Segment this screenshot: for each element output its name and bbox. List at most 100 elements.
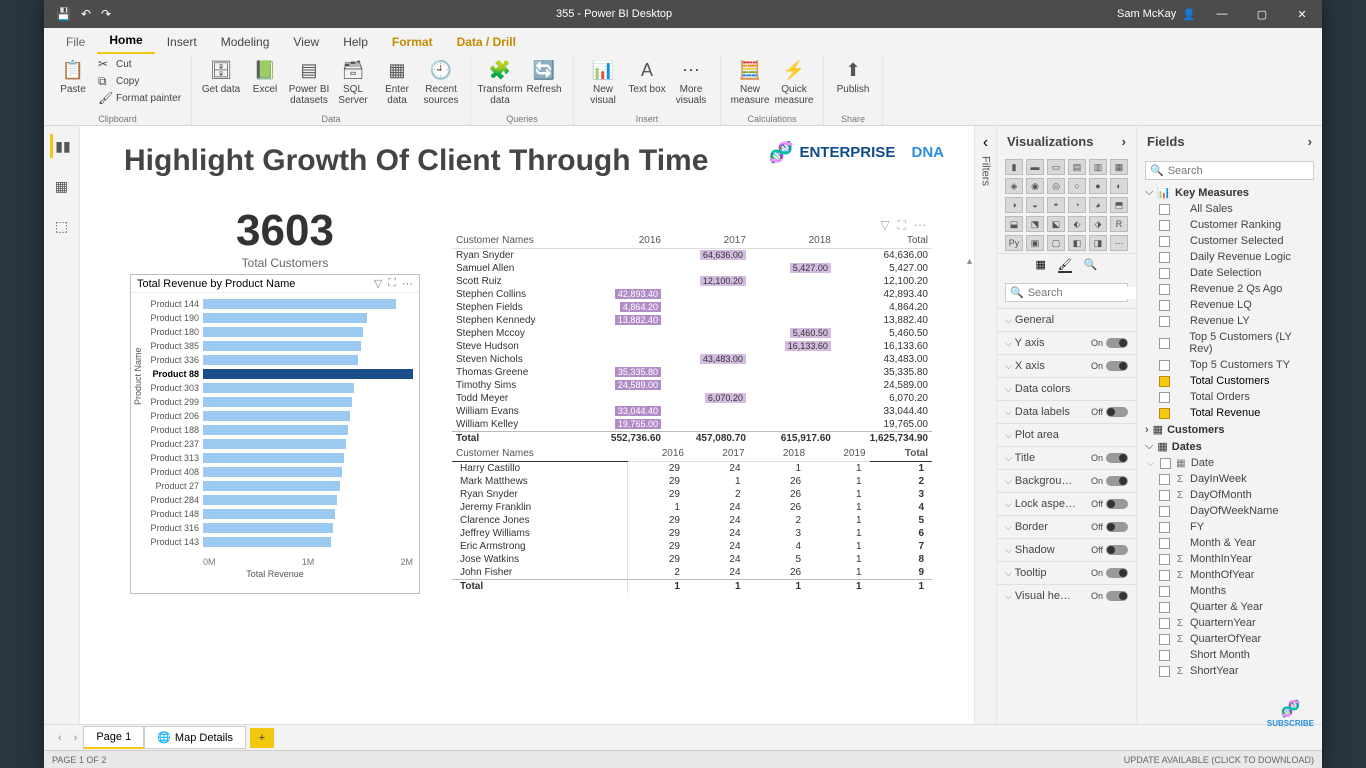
checkbox[interactable] [1159,300,1170,311]
bar-row[interactable]: Product 284 [203,493,413,507]
field-item[interactable]: Quarter & Year [1141,599,1318,615]
field-item[interactable]: Top 5 Customers (LY Rev) [1141,329,1318,357]
table-row[interactable]: Stephen Kennedy13,882.4013,882.40 [452,314,932,327]
matrix-rank-by-year[interactable]: Customer Names2016201720182019TotalHarry… [452,446,932,593]
checkbox[interactable] [1159,408,1170,419]
table-row[interactable]: Steve Hudson16,133.6016,133.60 [452,340,932,353]
more-visuals-button[interactable]: ⋯More visuals [670,56,712,106]
field-item[interactable]: Customer Selected [1141,233,1318,249]
excel-button[interactable]: 📗Excel [244,56,286,95]
page-tab-2[interactable]: 🌐Map Details [144,726,246,749]
save-icon[interactable]: 💾 [56,7,71,21]
checkbox[interactable] [1159,522,1170,533]
viz-type-icon[interactable]: ▣ [1026,235,1044,251]
checkbox[interactable] [1159,284,1170,295]
page-prev-button[interactable]: ‹ [52,732,68,744]
viz-type-icon[interactable]: ◉ [1026,178,1044,194]
bar-row[interactable]: Product 385 [203,339,413,353]
bar-row[interactable]: Product 180 [203,325,413,339]
bar-row[interactable]: Product 299 [203,395,413,409]
format-well-icon[interactable]: 🖌 [1058,258,1072,273]
toggle[interactable]: Off [1091,407,1128,417]
format-section[interactable]: ⌵ Backgrou…On [997,469,1136,492]
checkbox[interactable] [1159,586,1170,597]
viz-type-icon[interactable]: ○ [1068,178,1086,194]
table-row[interactable]: Thomas Greene35,335.8035,335.80 [452,366,932,379]
table-row[interactable]: Clarence Jones2924215 [452,514,932,527]
bar-row[interactable]: Product 88 [203,367,413,381]
tab-view[interactable]: View [281,30,331,54]
table-row[interactable]: Ryan Snyder2922613 [452,488,932,501]
viz-type-icon[interactable]: ● [1089,178,1107,194]
collapse-panes-icon[interactable]: ▴ [967,256,972,267]
user-name[interactable]: Sam McKay [1117,8,1176,20]
chevron-right-icon[interactable]: › [1122,134,1126,149]
bar-row[interactable]: Product 188 [203,423,413,437]
table-row[interactable]: Mark Matthews2912612 [452,475,932,488]
bar-row[interactable]: Product 408 [203,465,413,479]
viz-type-icon[interactable]: ◧ [1068,235,1086,251]
format-section[interactable]: ⌵ Data labelsOff [997,400,1136,423]
checkbox[interactable] [1160,458,1171,469]
viz-type-icon[interactable]: ◕ [1089,197,1107,213]
field-item[interactable]: ΣDayInWeek [1141,471,1318,487]
checkbox[interactable] [1159,474,1170,485]
format-section[interactable]: ⌵ X axisOn [997,354,1136,377]
pbi-datasets-button[interactable]: ▤Power BI datasets [288,56,330,106]
field-item[interactable]: Revenue 2 Qs Ago [1141,281,1318,297]
viz-type-icon[interactable]: ▢ [1047,235,1065,251]
table-row[interactable]: William Evans33,044.4033,044.40 [452,405,932,418]
format-section[interactable]: ⌵ Plot area [997,423,1136,446]
report-canvas[interactable]: Highlight Growth Of Client Through Time … [80,126,974,724]
format-section[interactable]: ⌵ General [997,308,1136,331]
viz-type-icon[interactable]: ⬓ [1005,216,1023,232]
viz-type-icon[interactable]: ⬗ [1089,216,1107,232]
quick-measure-button[interactable]: ⚡Quick measure [773,56,815,106]
viz-type-icon[interactable]: ◎ [1047,178,1065,194]
new-measure-button[interactable]: 🧮New measure [729,56,771,106]
user-avatar-icon[interactable]: 👤 [1182,8,1196,21]
field-item[interactable]: Revenue LQ [1141,297,1318,313]
more-options-icon[interactable]: ⋯ [402,277,413,290]
tab-format[interactable]: Format [380,30,445,54]
field-table[interactable]: ⌵▦Dates [1141,438,1318,455]
sql-server-button[interactable]: 🗃SQL Server [332,56,374,106]
field-item[interactable]: Month & Year [1141,535,1318,551]
undo-icon[interactable]: ↶ [81,7,91,21]
checkbox[interactable] [1159,220,1170,231]
tab-home[interactable]: Home [97,28,154,54]
report-view-icon[interactable]: ▮▮ [50,134,74,158]
table-row[interactable]: Jeffrey Williams2924316 [452,527,932,540]
fields-search[interactable]: 🔍 [1145,161,1314,180]
more-options-icon[interactable]: ⋯ [914,218,926,233]
viz-type-icon[interactable]: ⬔ [1026,216,1044,232]
field-item[interactable]: Total Customers [1141,373,1318,389]
table-row[interactable]: Samuel Allen5,427.005,427.00 [452,262,932,275]
bar-row[interactable]: Product 148 [203,507,413,521]
analytics-well-icon[interactable]: 🔍 [1084,258,1098,273]
new-visual-button[interactable]: 📊New visual [582,56,624,106]
checkbox[interactable] [1159,650,1170,661]
viz-type-icon[interactable]: R [1110,216,1128,232]
close-button[interactable]: ✕ [1282,0,1322,28]
card-total-customers[interactable]: 3603 Total Customers [170,206,400,270]
toggle[interactable]: Off [1091,545,1128,555]
viz-type-icon[interactable]: ◑ [1005,197,1023,213]
checkbox[interactable] [1159,392,1170,403]
table-row[interactable]: Todd Meyer6,070.206,070.20 [452,392,932,405]
bar-row[interactable]: Product 143 [203,535,413,549]
checkbox[interactable] [1159,252,1170,263]
bar-row[interactable]: Product 190 [203,311,413,325]
viz-type-icon[interactable]: ◒ [1026,197,1044,213]
format-section[interactable]: ⌵ BorderOff [997,515,1136,538]
field-item[interactable]: ΣQuarternYear [1141,615,1318,631]
bar-row[interactable]: Product 206 [203,409,413,423]
model-view-icon[interactable]: ⬚ [50,214,74,238]
checkbox[interactable] [1159,204,1170,215]
filters-pane-collapsed[interactable]: ‹ Filters [974,126,996,724]
transform-data-button[interactable]: 🧩Transform data [479,56,521,106]
page-tab-1[interactable]: Page 1 [83,726,144,749]
field-item[interactable]: Total Revenue [1141,405,1318,421]
tab-insert[interactable]: Insert [155,30,209,54]
checkbox[interactable] [1159,554,1170,565]
